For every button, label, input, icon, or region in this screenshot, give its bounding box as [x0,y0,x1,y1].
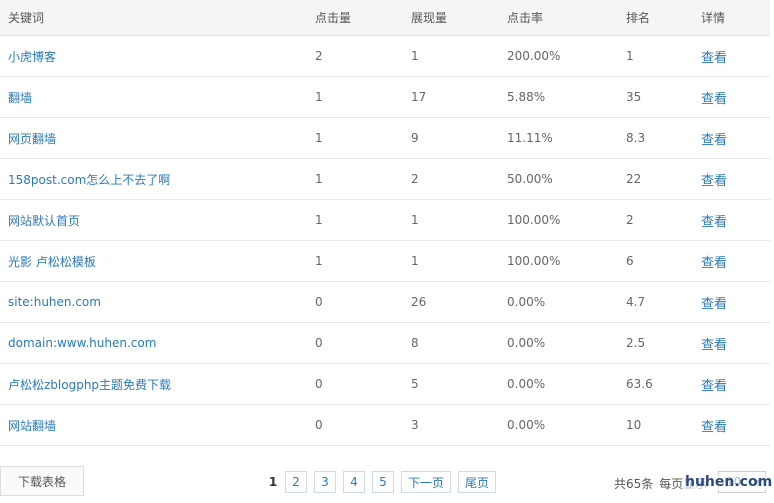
clicks-cell: 2 [315,49,323,63]
table-row: 卢松松zblogphp主题免费下载 0 5 0.00% 63.6 查看 [0,364,770,405]
keyword-link[interactable]: 卢松松zblogphp主题免费下载 [8,364,171,404]
impressions-cell: 17 [411,90,427,104]
header-clicks: 点击量 [315,11,352,25]
header-keyword: 关键词 [8,11,45,25]
view-detail-link[interactable]: 查看 [701,36,727,76]
ctr-cell: 0.00% [507,295,546,309]
download-table-button[interactable]: 下载表格 [0,466,84,496]
impressions-cell: 3 [411,418,419,432]
clicks-cell: 0 [315,418,323,432]
header-detail: 详情 [701,11,726,25]
view-detail-link[interactable]: 查看 [701,323,727,363]
ctr-cell: 11.11% [507,131,553,145]
view-detail-link[interactable]: 查看 [701,159,727,199]
clicks-cell: 0 [315,336,323,350]
table-row: domain:www.huhen.com 0 8 0.00% 2.5 查看 [0,323,770,364]
rank-cell: 6 [626,254,634,268]
view-detail-link[interactable]: 查看 [701,200,727,240]
view-detail-link[interactable]: 查看 [701,282,727,322]
header-rank: 排名 [626,11,651,25]
rank-cell: 8.3 [626,131,646,145]
rank-cell: 1 [626,49,634,63]
watermark: huhen.com [683,474,774,490]
table-row: 网页翻墙 1 9 11.11% 8.3 查看 [0,118,770,159]
clicks-cell: 0 [315,377,323,391]
impressions-cell: 5 [411,377,419,391]
clicks-cell: 0 [315,295,323,309]
table-header: 关键词 点击量 展现量 点击率 排名 详情 [0,0,770,36]
impressions-cell: 1 [411,213,419,227]
current-page: 1 [268,475,278,489]
total-count: 共65条 [614,477,654,491]
rank-cell: 4.7 [626,295,646,309]
ctr-cell: 100.00% [507,254,561,268]
ctr-cell: 0.00% [507,336,546,350]
keyword-link[interactable]: 网页翻墙 [8,118,56,158]
rank-cell: 63.6 [626,377,653,391]
table-row: 158post.com怎么上不去了啊 1 2 50.00% 22 查看 [0,159,770,200]
header-ctr: 点击率 [507,11,544,25]
page-link-3[interactable]: 3 [314,471,336,493]
keyword-link[interactable]: site:huhen.com [8,282,101,322]
last-page-button[interactable]: 尾页 [458,471,497,493]
table-footer: 下载表格 1 2 3 4 5 下一页 尾页 共65条 每页显示 10 ▼ [0,466,774,500]
table-row: 网站默认首页 1 1 100.00% 2 查看 [0,200,770,241]
impressions-cell: 26 [411,295,427,309]
next-page-button[interactable]: 下一页 [401,471,452,493]
impressions-cell: 8 [411,336,419,350]
keyword-link[interactable]: 158post.com怎么上不去了啊 [8,159,170,199]
view-detail-link[interactable]: 查看 [701,364,727,404]
rank-cell: 2 [626,213,634,227]
page-link-2[interactable]: 2 [285,471,307,493]
rank-cell: 2.5 [626,336,646,350]
view-detail-link[interactable]: 查看 [701,118,727,158]
clicks-cell: 1 [315,172,323,186]
view-detail-link[interactable]: 查看 [701,241,727,281]
ctr-cell: 0.00% [507,418,546,432]
clicks-cell: 1 [315,254,323,268]
table-row: site:huhen.com 0 26 0.00% 4.7 查看 [0,282,770,323]
ctr-cell: 100.00% [507,213,561,227]
view-detail-link[interactable]: 查看 [701,405,727,445]
clicks-cell: 1 [315,213,323,227]
impressions-cell: 9 [411,131,419,145]
pagination: 1 2 3 4 5 下一页 尾页 [263,470,497,494]
ctr-cell: 0.00% [507,377,546,391]
rank-cell: 22 [626,172,642,186]
table-row: 翻墙 1 17 5.88% 35 查看 [0,77,770,118]
rank-cell: 35 [626,90,642,104]
header-impressions: 展现量 [411,11,448,25]
impressions-cell: 1 [411,254,419,268]
clicks-cell: 1 [315,90,323,104]
table-row: 光影 卢松松模板 1 1 100.00% 6 查看 [0,241,770,282]
page-link-4[interactable]: 4 [343,471,365,493]
table-row: 小虎博客 2 1 200.00% 1 查看 [0,36,770,77]
page-link-5[interactable]: 5 [372,471,394,493]
keyword-link[interactable]: 翻墙 [8,77,32,117]
rank-cell: 10 [626,418,642,432]
keyword-link[interactable]: 小虎博客 [8,36,56,76]
keyword-link[interactable]: 光影 卢松松模板 [8,241,96,281]
keyword-link[interactable]: 网站默认首页 [8,200,80,240]
ctr-cell: 5.88% [507,90,546,104]
clicks-cell: 1 [315,131,323,145]
table-row: 网站翻墙 0 3 0.00% 10 查看 [0,405,770,446]
view-detail-link[interactable]: 查看 [701,77,727,117]
impressions-cell: 1 [411,49,419,63]
keyword-link[interactable]: 网站翻墙 [8,405,56,445]
impressions-cell: 2 [411,172,419,186]
keyword-table: 关键词 点击量 展现量 点击率 排名 详情 小虎博客 2 1 200.00% 1 查看 翻墙… [0,0,770,446]
ctr-cell: 200.00% [507,49,561,63]
ctr-cell: 50.00% [507,172,553,186]
keyword-link[interactable]: domain:www.huhen.com [8,323,156,363]
